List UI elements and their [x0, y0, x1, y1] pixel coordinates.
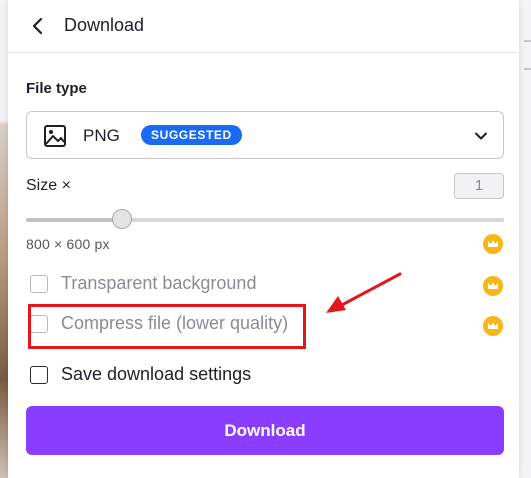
panel-title: Download — [64, 15, 145, 35]
size-slider-fill — [26, 218, 122, 222]
canvas-background-right — [519, 0, 531, 478]
crown-icon — [483, 316, 503, 336]
suggested-badge: SUGGESTED — [141, 125, 242, 145]
file-type-value: PNG — [83, 126, 120, 145]
transparent-background-checkbox[interactable] — [30, 275, 48, 293]
back-button[interactable] — [24, 12, 52, 40]
size-dimensions: 800 × 600 px — [26, 236, 110, 252]
save-download-settings-checkbox[interactable] — [30, 366, 48, 384]
download-panel: Download File type PNG SUGGESTED Size × … — [8, 0, 519, 478]
red-arrow-icon — [326, 272, 402, 313]
file-type-dropdown[interactable]: PNG SUGGESTED — [26, 111, 504, 159]
annotation-highlight-box — [28, 304, 306, 349]
save-download-settings-label: Save download settings — [61, 364, 252, 384]
panel-header: Download — [8, 0, 519, 53]
file-type-label: File type — [26, 80, 87, 97]
size-label: Size × — [26, 177, 71, 194]
transparent-background-label: Transparent background — [61, 273, 257, 293]
size-multiplier-input[interactable]: 1 — [454, 173, 504, 199]
download-button[interactable]: Download — [26, 406, 504, 455]
canvas-background-left — [0, 0, 8, 478]
size-slider[interactable] — [26, 209, 504, 229]
size-slider-handle[interactable] — [111, 209, 132, 229]
chevron-down-icon — [475, 132, 487, 140]
chevron-left-icon — [32, 17, 43, 35]
divider — [524, 68, 531, 70]
image-icon — [44, 125, 66, 147]
crown-icon — [483, 276, 503, 296]
divider — [524, 40, 531, 42]
crown-icon — [483, 234, 503, 254]
